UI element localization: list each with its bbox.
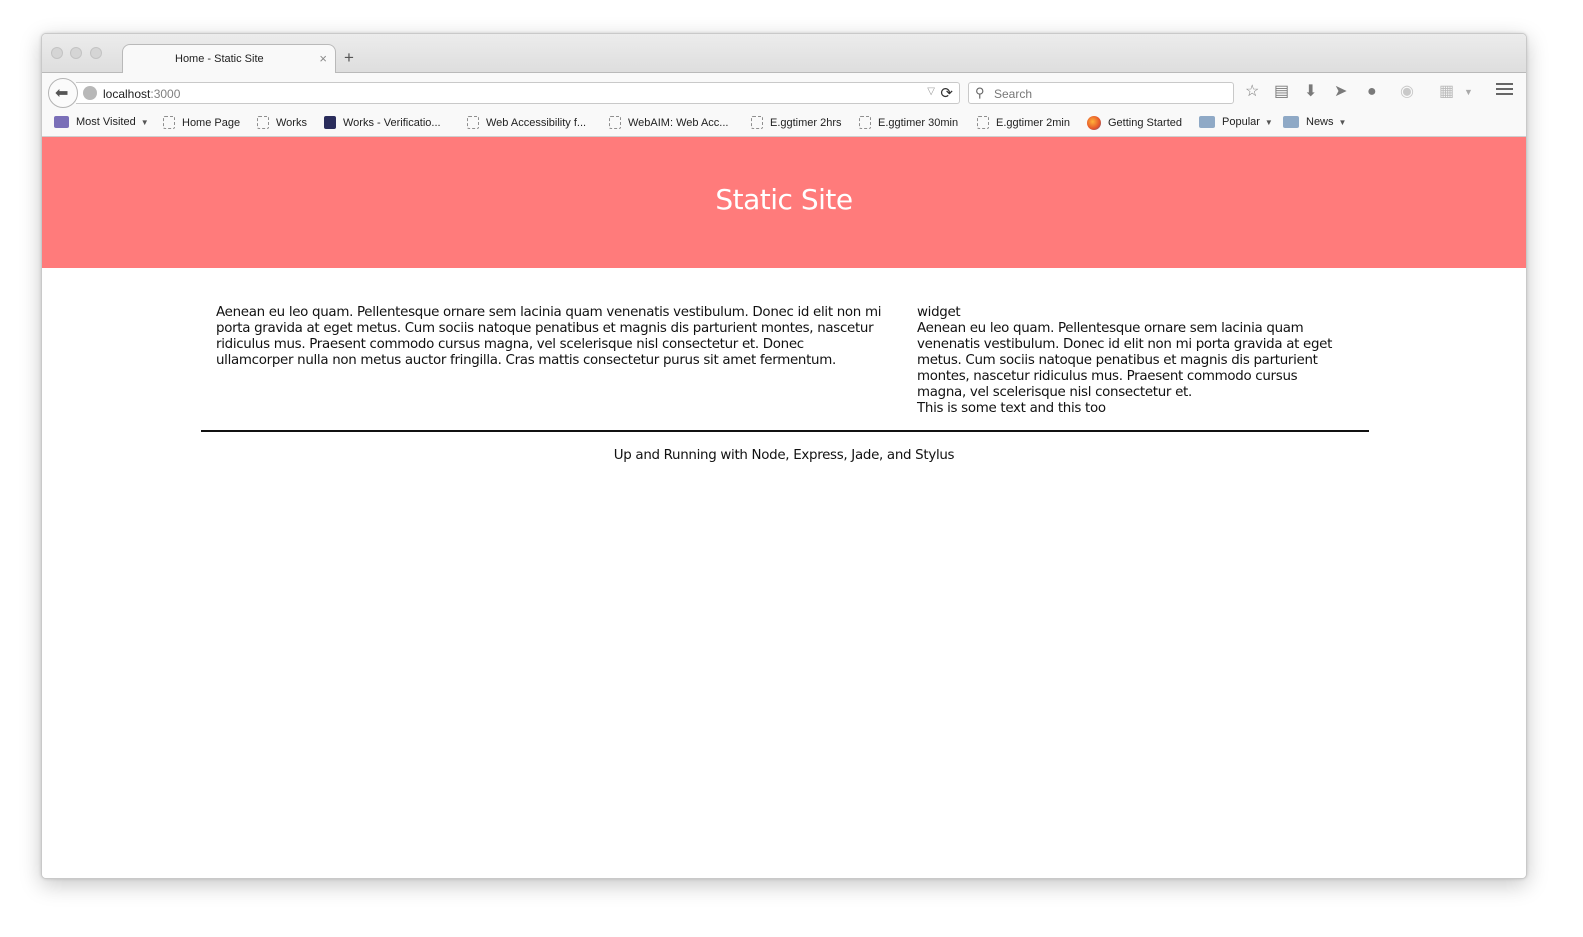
download-icon[interactable]: ⬇ <box>1304 83 1317 101</box>
bookmark-works[interactable]: Works <box>257 116 307 129</box>
page-icon <box>751 116 763 129</box>
bookmark-label: News <box>1306 116 1334 128</box>
reading-list-icon[interactable]: ▤ <box>1274 83 1289 101</box>
firefox-icon <box>1087 116 1101 130</box>
pocket-icon[interactable]: ◉ <box>1400 83 1414 101</box>
url-port: :3000 <box>150 87 181 101</box>
widget: widget Aenean eu leo quam. Pellentesque … <box>917 305 1347 417</box>
chevron-down-icon[interactable]: ▼ <box>1464 83 1473 101</box>
close-window-button[interactable] <box>51 47 63 59</box>
bookmark-home-page[interactable]: Home Page <box>163 116 240 129</box>
bookmark-label: E.ggtimer 2hrs <box>770 116 842 129</box>
bookmark-popular[interactable]: Popular ▼ <box>1199 116 1273 128</box>
site-header: Static Site <box>42 137 1526 268</box>
bookmark-most-visited[interactable]: Most Visited ▼ <box>54 116 149 128</box>
url-text[interactable]: localhost:3000 <box>103 87 180 101</box>
close-icon[interactable]: × <box>319 51 327 66</box>
footer-divider <box>201 430 1369 432</box>
share-icon[interactable]: ➤ <box>1334 83 1347 101</box>
chevron-down-icon: ▼ <box>1338 117 1347 127</box>
bookmark-eggtimer-2min[interactable]: E.ggtimer 2min <box>977 116 1070 129</box>
chevron-down-icon: ▼ <box>140 117 149 127</box>
zoom-window-button[interactable] <box>90 47 102 59</box>
bookmark-label: Home Page <box>182 116 241 129</box>
footer-text: Up and Running with Node, Express, Jade,… <box>613 448 955 463</box>
page-icon <box>609 116 621 129</box>
tab-title: Home - Static Site <box>175 53 264 65</box>
bookmark-label: Works <box>276 116 307 129</box>
menu-icon[interactable] <box>1496 81 1513 97</box>
chevron-down-icon: ▼ <box>1264 117 1273 127</box>
back-button[interactable]: ⬅ <box>48 78 78 108</box>
bookmark-label: Web Accessibility f... <box>486 116 587 129</box>
url-host: localhost <box>103 87 151 101</box>
bookmark-label: E.ggtimer 30min <box>878 116 959 129</box>
page-icon <box>163 116 175 129</box>
dropdown-arrow-icon[interactable]: ▽ <box>927 86 935 97</box>
folder-icon <box>1199 116 1215 128</box>
nav-bar: localhost:3000 ▽ ⟳ ⬅ ⚲ Search ☆ ▤ ⬇ ➤ ● … <box>42 73 1526 109</box>
tab-home[interactable]: Home - Static Site × <box>122 44 336 74</box>
url-bar[interactable]: localhost:3000 ▽ ⟳ <box>76 82 960 104</box>
bookmark-webaim[interactable]: WebAIM: Web Acc... <box>609 116 728 129</box>
browser-window: Home - Static Site × + localhost:3000 ▽ … <box>41 33 1527 879</box>
bookmark-label: Most Visited <box>76 116 136 128</box>
bookmark-news[interactable]: News ▼ <box>1283 116 1346 128</box>
search-placeholder: Search <box>994 87 1033 101</box>
minimize-window-button[interactable] <box>70 47 82 59</box>
page-title: Static Site <box>715 183 853 216</box>
grid-icon[interactable]: ▦ <box>1439 83 1454 101</box>
search-input[interactable]: ⚲ Search <box>968 82 1234 104</box>
search-icon: ⚲ <box>975 85 985 100</box>
tab-strip: Home - Static Site × + <box>42 34 1526 74</box>
page-icon <box>467 116 479 129</box>
main-paragraph: Aenean eu leo quam. Pellentesque ornare … <box>216 305 882 368</box>
globe-icon <box>83 86 97 100</box>
bookmark-getting-started[interactable]: Getting Started <box>1087 116 1182 130</box>
bookmark-label: Popular <box>1222 116 1260 128</box>
bookmark-works-verification[interactable]: Works - Verificatio... <box>324 116 441 129</box>
chat-icon[interactable]: ● <box>1367 83 1377 101</box>
bookmarks-toolbar: Most Visited ▼ Home Page Works Works - Ve… <box>42 109 1526 137</box>
page-icon <box>977 116 989 129</box>
star-icon[interactable]: ☆ <box>1245 83 1259 101</box>
folder-icon <box>1283 116 1299 128</box>
page-icon <box>257 116 269 129</box>
bookmark-label: WebAIM: Web Acc... <box>628 116 729 129</box>
bookmark-web-accessibility[interactable]: Web Accessibility f... <box>467 116 586 129</box>
bookmark-label: Works - Verificatio... <box>343 116 441 129</box>
main-content: Aenean eu leo quam. Pellentesque ornare … <box>216 305 882 369</box>
bookmark-label: E.ggtimer 2min <box>996 116 1070 129</box>
page-icon <box>859 116 871 129</box>
bookmark-label: Getting Started <box>1108 117 1182 129</box>
widget-extra-text: This is some text and this too <box>917 401 1106 416</box>
site-icon <box>324 116 336 129</box>
widget-title: widget <box>917 305 961 320</box>
new-tab-button[interactable]: + <box>344 48 354 68</box>
bookmark-eggtimer-30min[interactable]: E.ggtimer 30min <box>859 116 958 129</box>
widget-text: Aenean eu leo quam. Pellentesque ornare … <box>917 321 1333 400</box>
back-icon: ⬅ <box>55 85 69 102</box>
bookmark-eggtimer-2hrs[interactable]: E.ggtimer 2hrs <box>751 116 842 129</box>
most-visited-icon <box>54 116 69 128</box>
page-viewport: Static Site Aenean eu leo quam. Pellente… <box>42 137 1526 878</box>
reload-icon[interactable]: ⟳ <box>940 84 953 102</box>
